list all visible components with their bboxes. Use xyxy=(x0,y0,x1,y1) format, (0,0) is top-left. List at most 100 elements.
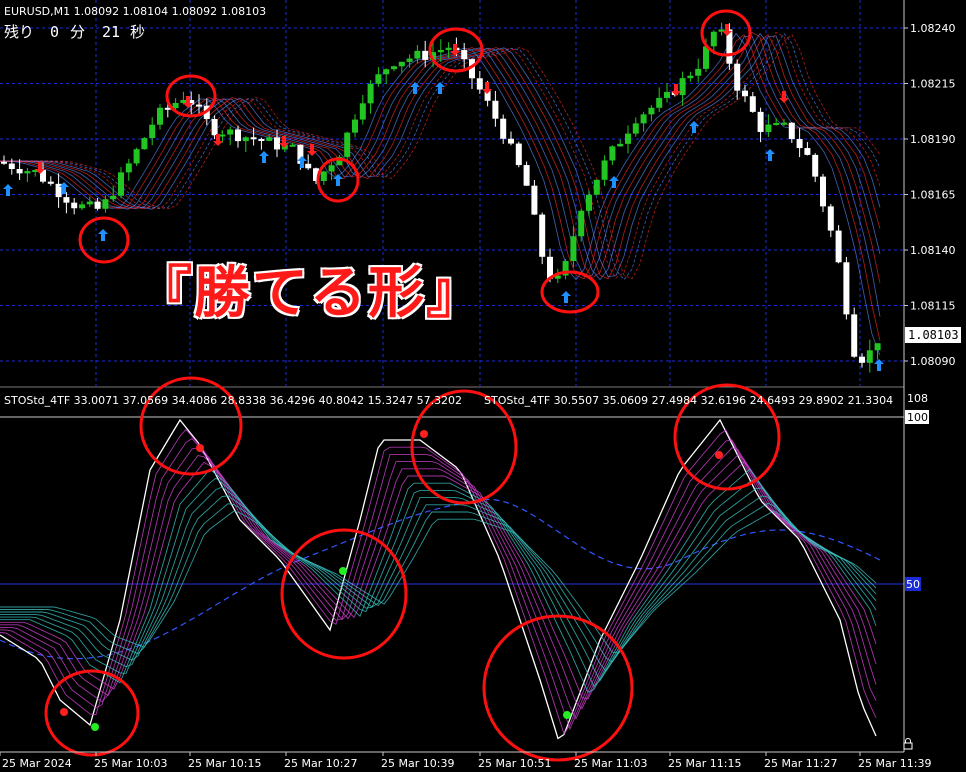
time-tick-label: 25 Mar 11:15 xyxy=(668,757,741,770)
stochastic-indicator-panel[interactable] xyxy=(0,376,904,762)
up-arrow-icon xyxy=(259,151,269,163)
candle xyxy=(196,94,202,116)
candle xyxy=(640,111,647,132)
candle xyxy=(398,61,405,73)
time-tick-label: 25 Mar 11:27 xyxy=(764,757,837,770)
candle xyxy=(258,137,265,150)
candle xyxy=(79,201,85,211)
time-tick-label: 25 Mar 10:03 xyxy=(94,757,167,770)
candle xyxy=(383,68,390,85)
current-price-marker: 1.08103 xyxy=(905,327,961,343)
candle xyxy=(157,104,163,130)
up-arrow-icon xyxy=(98,229,108,241)
countdown-label: 残り xyxy=(4,23,34,41)
candle xyxy=(515,141,522,168)
lock-icon[interactable] xyxy=(903,738,913,750)
stochastic-line xyxy=(0,468,877,693)
time-tick-label: 25 Mar 10:27 xyxy=(284,757,357,770)
candle xyxy=(391,65,397,72)
candle xyxy=(851,307,858,358)
time-tick-label: 25 Mar 11:03 xyxy=(574,757,647,770)
candle xyxy=(476,71,483,94)
time-tick-label: 25 Mar 10:39 xyxy=(381,757,454,770)
candle xyxy=(820,173,826,213)
candle xyxy=(461,43,468,69)
time-tick-label: 25 Mar 10:51 xyxy=(478,757,551,770)
ma-ribbon-line xyxy=(0,35,881,278)
candle xyxy=(835,225,842,264)
candle xyxy=(742,84,748,103)
candle xyxy=(305,154,312,170)
countdown-minute-unit: 分 xyxy=(70,23,85,41)
candle xyxy=(242,136,249,153)
countdown-second-unit: 秒 xyxy=(130,23,145,41)
price-tick-label: 1.08090 xyxy=(910,355,956,368)
candle xyxy=(804,142,811,156)
stochastic-line xyxy=(0,428,877,735)
candle xyxy=(866,339,873,373)
indicator-axis-mid: 50 xyxy=(906,578,920,591)
candle xyxy=(586,190,592,217)
ma-ribbon-line xyxy=(0,31,881,279)
signal-dot xyxy=(563,711,571,719)
candle xyxy=(180,91,187,105)
candle xyxy=(227,126,234,146)
candle xyxy=(812,153,819,182)
candle xyxy=(788,122,795,143)
price-axis: 1.08240 1.08215 1.08190 1.08165 1.08140 1.081… xyxy=(904,22,956,368)
up-arrow-icon xyxy=(561,291,571,303)
candle xyxy=(609,145,616,165)
candle xyxy=(235,125,241,148)
candle xyxy=(102,195,109,213)
price-tick-label: 1.08165 xyxy=(910,189,956,202)
signal-dot xyxy=(420,430,428,438)
indicator-header-1: STOStd_4TF 33.0071 37.0569 34.4086 28.83… xyxy=(4,394,462,407)
candle xyxy=(469,58,475,90)
signal-dot xyxy=(715,451,723,459)
candle xyxy=(734,59,741,100)
down-arrow-icon xyxy=(307,144,317,156)
candle xyxy=(141,137,148,150)
time-tick-label: 25 Mar 2024 xyxy=(2,757,72,770)
candle xyxy=(562,259,569,280)
price-tick-label: 1.08240 xyxy=(910,22,956,35)
candle xyxy=(149,117,156,146)
candle xyxy=(55,173,62,208)
candle xyxy=(1,155,7,165)
candle xyxy=(125,158,132,181)
candle xyxy=(617,139,624,147)
candle xyxy=(874,343,881,360)
symbol-header: EURUSD,M1 1.08092 1.08104 1.08092 1.0810… xyxy=(4,5,266,18)
indicator-axis-upper: 100 xyxy=(907,411,928,424)
candle xyxy=(367,80,374,114)
candle xyxy=(749,91,756,113)
highlight-circle xyxy=(44,669,140,757)
candle xyxy=(320,170,327,185)
signal-dot xyxy=(91,723,99,731)
candle xyxy=(578,208,585,242)
trading-chart[interactable]: 1.08240 1.08215 1.08190 1.08165 1.08140 1.081… xyxy=(0,0,966,772)
candle xyxy=(632,117,639,137)
candle xyxy=(679,71,686,106)
countdown-timer: 残り 0 分 21 秒 xyxy=(4,23,145,41)
candle xyxy=(625,125,631,154)
candle xyxy=(757,107,764,143)
candle xyxy=(827,203,834,238)
stochastic-line xyxy=(0,447,877,720)
price-tick-label: 1.08115 xyxy=(910,300,956,313)
candle xyxy=(47,176,54,186)
current-price-label: 1.08103 xyxy=(908,328,959,342)
candle xyxy=(289,142,296,147)
candle xyxy=(539,212,546,265)
candle xyxy=(593,179,600,196)
candle xyxy=(352,114,358,138)
candle xyxy=(531,179,538,215)
candle xyxy=(63,192,70,214)
candle xyxy=(843,256,850,320)
candle xyxy=(695,58,702,83)
indicator-axis-top: 108 xyxy=(907,392,928,405)
stochastic-line xyxy=(0,454,877,710)
signal-dot xyxy=(339,567,347,575)
time-tick-label: 25 Mar 11:39 xyxy=(858,757,931,770)
candle xyxy=(71,198,78,215)
